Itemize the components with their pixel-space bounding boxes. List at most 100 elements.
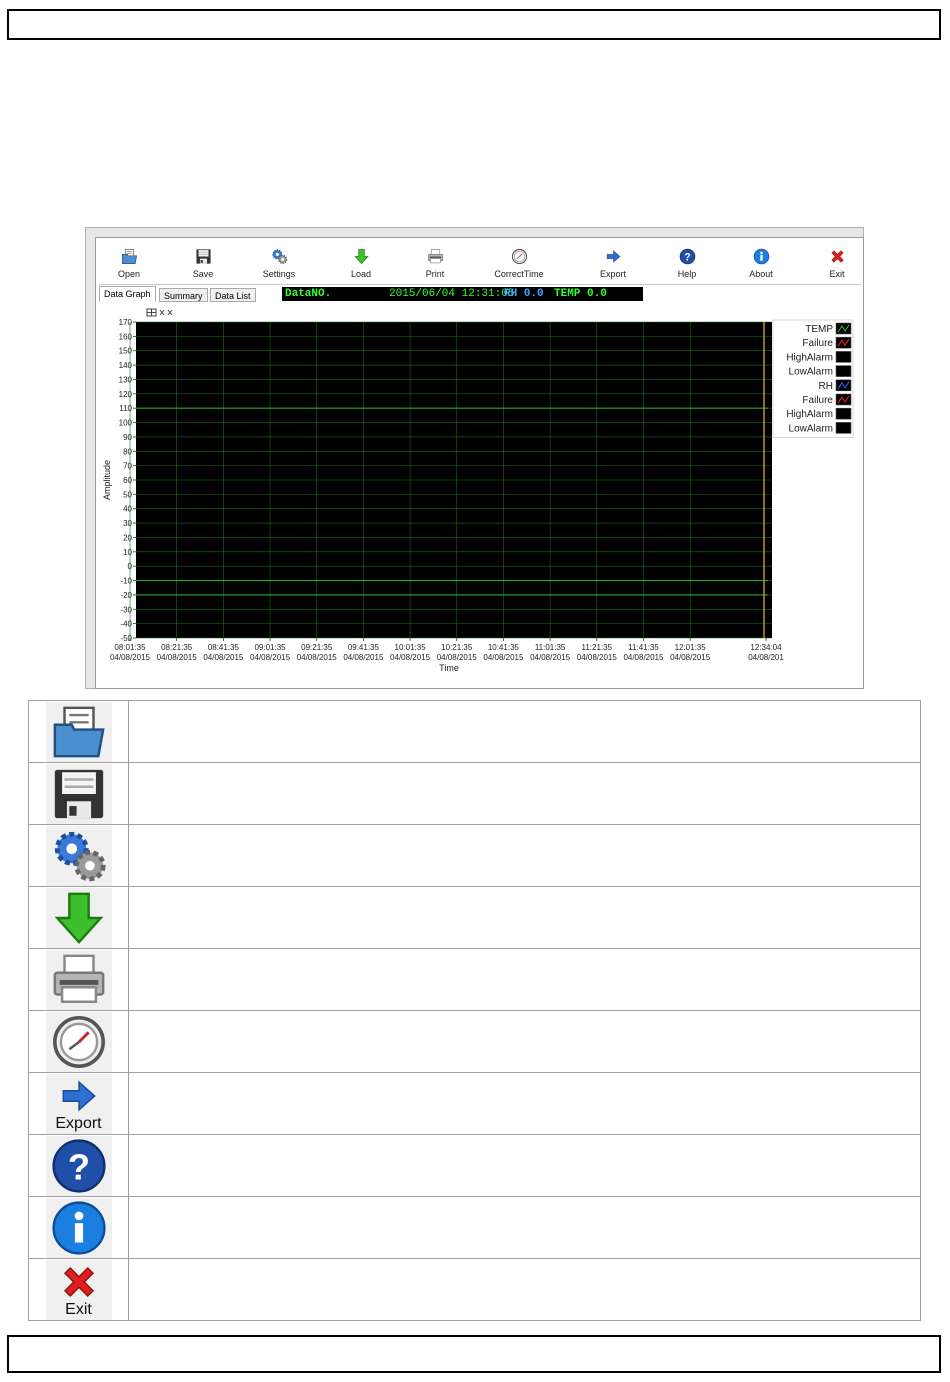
icon-cell: Exit [28,1258,129,1321]
y-tick-label: 150 [119,347,133,356]
svg-text:?: ? [67,1146,89,1187]
y-tick-label: 100 [119,419,133,428]
description-cell [128,824,921,887]
x-tick-time-label: 11:21:35 [582,643,613,652]
y-tick-label: 130 [119,375,133,384]
y-tick-label: 120 [119,390,133,399]
icon-cell [28,1196,129,1259]
y-tick-label: 80 [123,447,132,456]
legend-label: LowAlarm [789,423,833,434]
table-row: ? [28,1134,921,1197]
y-tick-label: -30 [120,605,132,614]
x-tick-date-label: 04/08/2015 [390,653,431,662]
x-tick-time-label: 11:01:35 [535,643,566,652]
y-tick-label: 20 [123,533,132,542]
table-row [28,762,921,825]
open-icon [45,701,112,762]
icon-cell [28,762,129,825]
x-axis-title: Time [439,663,459,673]
legend-label: HighAlarm [786,352,833,363]
legend-label: Failure [802,395,833,406]
about-icon [45,1197,112,1258]
icon-cell [28,1010,129,1073]
app-screenshot-frame: Open Save Settings Load Print CorrectTime Expo… [85,227,864,689]
x-tick-date-label: 04/08/2015 [297,653,338,662]
x-tick-time-label: 08:21:35 [161,643,193,652]
legend-label: LowAlarm [789,367,833,378]
x-tick-date-label: 04/08/2015 [483,653,524,662]
table-row [28,1010,921,1073]
x-tick-time-label: 08:41:35 [208,643,240,652]
description-cell [128,1258,921,1321]
help-icon: ? [45,1135,112,1196]
y-tick-label: -40 [120,620,132,629]
x-tick-date-label: 04/08/2015 [530,653,571,662]
icon-cell: Export [28,1072,129,1135]
description-cell [128,948,921,1011]
y-tick-label: 170 [119,318,133,327]
x-tick-time-label: 11:41:35 [628,643,659,652]
legend-label: HighAlarm [786,409,833,420]
print-icon [45,949,112,1010]
icon-caption: Exit [65,1300,92,1318]
app-window: Open Save Settings Load Print CorrectTime Expo… [95,237,864,689]
x-tick-time-label: 12:01:35 [675,643,707,652]
y-tick-label: -20 [120,591,132,600]
legend-swatch [835,365,852,377]
y-tick-label: 90 [123,433,132,442]
x-tick-time-label: 10:41:35 [488,643,520,652]
y-tick-label: 140 [119,361,133,370]
x-tick-date-label: 04/08/2015 [110,653,151,662]
settings-icon [45,825,112,886]
legend-label: TEMP [805,324,833,335]
y-tick-label: 110 [119,404,132,413]
y-tick-label: 10 [123,548,132,557]
x-tick-date-label: 04/08/201 [748,653,784,662]
y-tick-label: 70 [123,462,132,471]
x-tick-time-label: 08:01:35 [114,643,146,652]
page-header-box [7,9,941,40]
legend-swatch [835,351,852,363]
y-axis-title: Amplitude [102,460,112,500]
x-tick-date-label: 04/08/2015 [157,653,198,662]
legend-label: Failure [802,338,833,349]
legend-swatch [835,407,852,420]
icon-cell: ? [28,1134,129,1197]
table-row [28,1196,921,1259]
icon-cell [28,886,129,949]
x-tick-date-label: 04/08/2015 [670,653,711,662]
clock-icon [45,1011,112,1072]
x-tick-date-label: 04/08/2015 [203,653,244,662]
legend-label: RH [819,381,833,392]
legend-swatch [835,422,852,434]
description-cell [128,1072,921,1135]
y-tick-label: 40 [123,505,132,514]
table-row [28,824,921,887]
icon-cell [28,700,129,763]
y-tick-label: 60 [123,476,132,485]
x-tick-date-label: 04/08/2015 [623,653,664,662]
x-tick-date-label: 04/08/2015 [250,653,291,662]
x-tick-time-label: 10:01:35 [395,643,427,652]
table-row [28,886,921,949]
table-row: Export [28,1072,921,1135]
icon-cell [28,824,129,887]
y-tick-label: -10 [120,577,132,586]
y-tick-label: 30 [123,519,132,528]
data-graph-chart: 170 160 150 140 130 120 110 100 90 80 70 60 50 40 30 20… [102,318,854,673]
icon-description-table: Export? Exit [28,700,921,1321]
load-icon [45,887,112,948]
y-tick-label: -50 [120,634,132,643]
x-tick-date-label: 04/08/2015 [577,653,618,662]
icon-caption: Export [55,1114,102,1132]
description-cell [128,700,921,763]
exit-icon: Exit [45,1259,112,1320]
description-cell [128,886,921,949]
x-tick-time-label: 09:01:35 [254,643,286,652]
table-row: Exit [28,1258,921,1321]
description-cell [128,1196,921,1259]
x-tick-time-label: 12:34:04 [750,643,782,652]
table-row [28,700,921,763]
export-icon: Export [45,1073,112,1134]
icon-cell [28,948,129,1011]
